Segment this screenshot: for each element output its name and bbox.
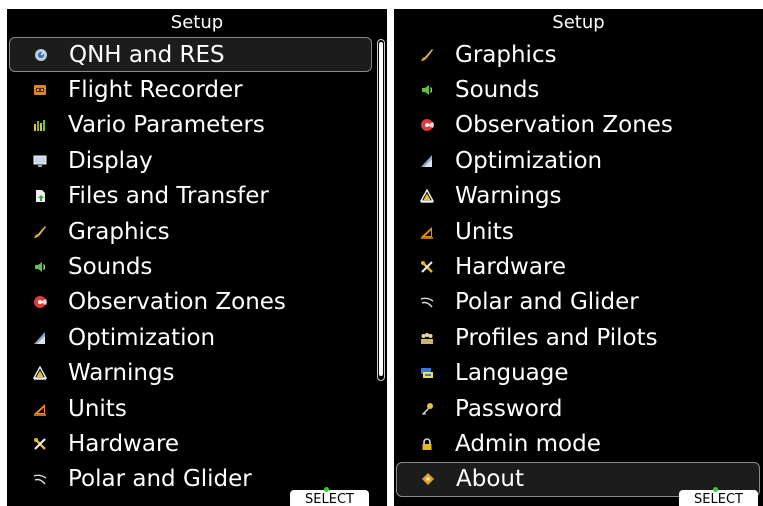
warning-icon	[420, 189, 434, 203]
menu-item-label: Flight Recorder	[68, 77, 243, 104]
glider-icon	[33, 472, 47, 486]
menu-item-sounds[interactable]: Sounds	[7, 249, 387, 284]
menu-item-label: Optimization	[68, 324, 216, 351]
warning-icon	[33, 366, 47, 380]
files-transfer-icon	[33, 189, 47, 203]
menu-item-admin-mode[interactable]: Admin mode	[394, 426, 763, 461]
units-icon	[420, 225, 434, 239]
setup-menu-list: QNH and RES Flight Recorder Vario Paramete…	[7, 37, 387, 497]
menu-item-label: Graphics	[455, 41, 557, 68]
menu-item-flight-recorder[interactable]: Flight Recorder	[7, 72, 387, 107]
select-indicator-icon	[713, 487, 718, 492]
select-button-label: SELECT	[694, 492, 743, 506]
menu-item-label: Graphics	[68, 218, 170, 245]
menu-item-units[interactable]: Units	[7, 391, 387, 426]
optimization-icon	[33, 331, 47, 345]
menu-item-label: Optimization	[455, 147, 603, 174]
menu-item-label: Hardware	[68, 430, 180, 457]
menu-item-observation-zones[interactable]: Observation Zones	[7, 285, 387, 320]
menu-item-sounds[interactable]: Sounds	[394, 72, 763, 107]
menu-item-optimization[interactable]: Optimization	[394, 143, 763, 178]
menu-item-vario-parameters[interactable]: Vario Parameters	[7, 108, 387, 143]
menu-item-qnh-and-res[interactable]: QNH and RES	[9, 37, 372, 73]
menu-item-warnings[interactable]: Warnings	[394, 179, 763, 214]
select-button[interactable]: SELECT	[290, 487, 369, 506]
menu-item-label: Language	[455, 360, 569, 387]
menu-item-hardware[interactable]: Hardware	[394, 249, 763, 284]
setup-menu-list: Graphics Sounds Observation Zones Optimizat…	[394, 37, 763, 498]
graphics-icon	[33, 225, 47, 239]
menu-item-label: Profiles and Pilots	[455, 324, 658, 351]
observation-zones-icon	[420, 118, 434, 132]
scrollbar[interactable]	[377, 39, 385, 381]
menu-item-units[interactable]: Units	[394, 214, 763, 249]
select-indicator-icon	[324, 487, 329, 492]
menu-item-optimization[interactable]: Optimization	[7, 320, 387, 355]
graphics-icon	[420, 48, 434, 62]
select-button[interactable]: SELECT	[679, 487, 758, 506]
about-icon	[421, 472, 435, 486]
menu-item-graphics[interactable]: Graphics	[7, 214, 387, 249]
menu-item-observation-zones[interactable]: Observation Zones	[394, 108, 763, 143]
units-icon	[33, 402, 47, 416]
screen-title: Setup	[552, 12, 605, 33]
menu-item-profiles-and-pilots[interactable]: Profiles and Pilots	[394, 320, 763, 355]
sounds-icon	[420, 83, 434, 97]
menu-item-label: About	[456, 466, 525, 493]
menu-item-label: Units	[455, 218, 514, 245]
hardware-icon	[420, 260, 434, 274]
menu-item-label: Warnings	[455, 183, 562, 210]
menu-item-polar-and-glider[interactable]: Polar and Glider	[394, 285, 763, 320]
menu-item-label: Vario Parameters	[68, 112, 265, 139]
lock-icon	[420, 437, 434, 451]
qnh-icon	[34, 48, 48, 62]
hardware-icon	[33, 437, 47, 451]
menu-item-graphics[interactable]: Graphics	[394, 37, 763, 72]
screen-title: Setup	[170, 12, 224, 33]
menu-item-label: Units	[68, 395, 127, 422]
setup-menu-screen-right: Setup Graphics Sounds Observation Zones Opt…	[394, 9, 763, 506]
menu-item-warnings[interactable]: Warnings	[7, 356, 387, 391]
menu-item-label: Observation Zones	[68, 289, 286, 316]
menu-item-label: Warnings	[68, 360, 175, 387]
menu-item-label: Observation Zones	[455, 112, 673, 139]
menu-item-label: Display	[68, 147, 153, 174]
menu-item-display[interactable]: Display	[7, 143, 387, 178]
menu-item-files-and-transfer[interactable]: Files and Transfer	[7, 179, 387, 214]
key-icon	[420, 402, 434, 416]
menu-item-label: Polar and Glider	[68, 466, 252, 493]
menu-item-label: Hardware	[455, 254, 567, 281]
menu-item-label: Admin mode	[455, 430, 601, 457]
menu-item-label: Files and Transfer	[68, 183, 269, 210]
menu-item-label: QNH and RES	[69, 41, 225, 68]
menu-item-label: Polar and Glider	[455, 289, 639, 316]
menu-item-label: Sounds	[68, 254, 153, 281]
glider-icon	[420, 295, 434, 309]
sounds-icon	[33, 260, 47, 274]
observation-zones-icon	[33, 295, 47, 309]
menu-item-label: Password	[455, 395, 563, 422]
menu-item-hardware[interactable]: Hardware	[7, 426, 387, 461]
vario-icon	[33, 118, 47, 132]
setup-menu-screen-left: Setup QNH and RES Flight Recorder Vario Pa…	[7, 9, 387, 506]
menu-item-password[interactable]: Password	[394, 391, 763, 426]
select-button-label: SELECT	[305, 492, 354, 506]
menu-item-label: Sounds	[455, 77, 540, 104]
menu-item-language[interactable]: Language	[394, 356, 763, 391]
scrollbar-thumb[interactable]	[379, 42, 383, 376]
display-icon	[33, 154, 47, 168]
profiles-icon	[420, 331, 434, 345]
flight-recorder-icon	[33, 83, 47, 97]
optimization-icon	[420, 154, 434, 168]
language-icon	[420, 366, 434, 380]
